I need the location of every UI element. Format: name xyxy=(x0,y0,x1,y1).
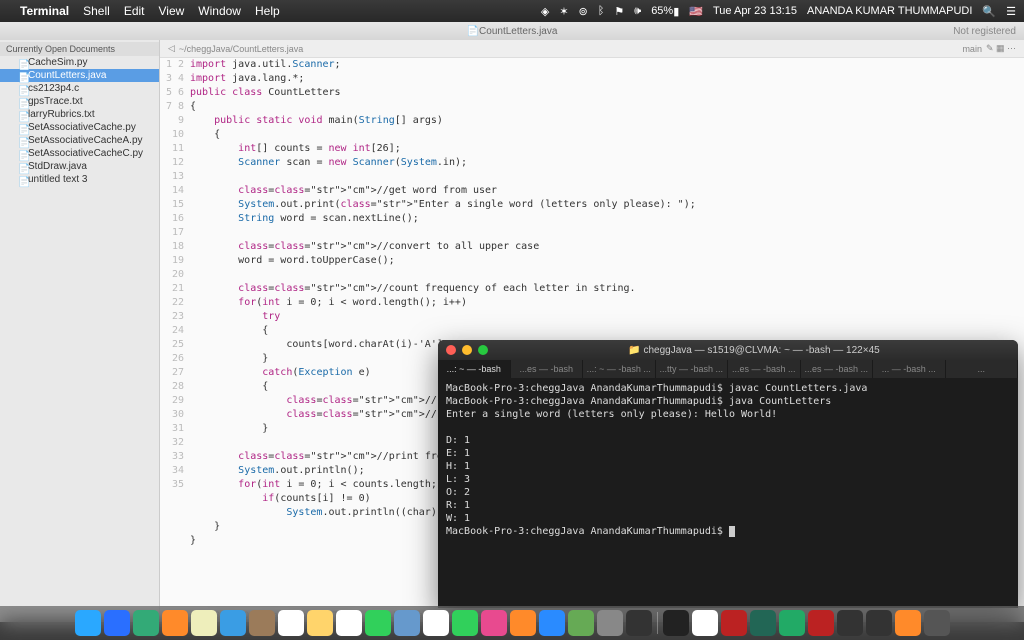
toolbar-symbol[interactable]: main xyxy=(962,44,982,54)
file-icon: 📄 xyxy=(18,99,24,105)
menu-window[interactable]: Window xyxy=(198,4,241,18)
dock-calendar[interactable] xyxy=(278,610,304,636)
sidebar-item[interactable]: 📄SetAssociativeCache.py xyxy=(0,121,159,134)
close-icon[interactable] xyxy=(446,345,456,355)
dock-acrobat[interactable] xyxy=(808,610,834,636)
editor-title: CountLetters.java xyxy=(479,26,557,37)
user-name[interactable]: ANANDA KUMAR THUMMAPUDI xyxy=(807,5,972,17)
sidebar-item[interactable]: 📄SetAssociativeCacheC.py xyxy=(0,147,159,160)
dock-facetime[interactable] xyxy=(452,610,478,636)
dock-contacts[interactable] xyxy=(249,610,275,636)
dock-word[interactable] xyxy=(779,610,805,636)
file-icon: 📄 xyxy=(18,177,24,183)
file-icon: 📄 xyxy=(18,73,24,79)
menu-view[interactable]: View xyxy=(159,4,185,18)
dock-chrome2[interactable] xyxy=(692,610,718,636)
dock-sublime[interactable] xyxy=(626,610,652,636)
tab-bar: ◁ ~/cheggJava/CountLetters.java main ✎ ▦… xyxy=(160,40,1024,58)
dock-chrome[interactable] xyxy=(191,610,217,636)
menu-edit[interactable]: Edit xyxy=(124,4,145,18)
terminal-tab[interactable]: ...: ~ — -bash xyxy=(438,360,511,378)
tab-nav-back[interactable]: ◁ xyxy=(168,43,175,54)
toolbar-icon[interactable]: ✎ ▦ ⋯ xyxy=(986,43,1016,54)
file-icon: 📄 xyxy=(18,125,24,131)
flag-icon[interactable]: 🇺🇸 xyxy=(689,5,703,18)
dock-terminal[interactable] xyxy=(663,610,689,636)
wifi-icon[interactable]: 🕪 xyxy=(634,5,641,18)
file-icon: 📄 xyxy=(18,164,24,170)
dock-maps[interactable] xyxy=(394,610,420,636)
sidebar-item[interactable]: 📄larryRubrics.txt xyxy=(0,108,159,121)
dock-safari[interactable] xyxy=(104,610,130,636)
sidebar-item[interactable]: 📄untitled text 3 xyxy=(0,173,159,186)
clock[interactable]: Tue Apr 23 13:15 xyxy=(713,5,797,17)
status-icon[interactable]: ⊚ xyxy=(579,5,588,18)
dock-photos[interactable] xyxy=(423,610,449,636)
file-icon: 📄 xyxy=(18,138,24,144)
dock-sublime2[interactable] xyxy=(750,610,776,636)
dock-finder[interactable] xyxy=(75,610,101,636)
terminal-titlebar[interactable]: 📁 cheggJava — s1519@CLVMA: ~ — -bash — 1… xyxy=(438,340,1018,360)
dock-appstore[interactable] xyxy=(539,610,565,636)
sidebar-item[interactable]: 📄CacheSim.py xyxy=(0,56,159,69)
sidebar: Currently Open Documents 📄CacheSim.py📄Co… xyxy=(0,40,160,622)
terminal-tab[interactable]: ...es — -bash ... xyxy=(728,360,801,378)
editor-titlebar: 📄 CountLetters.java Not registered xyxy=(0,22,1024,40)
terminal-tab[interactable]: ...es — -bash xyxy=(511,360,584,378)
menubar: Terminal Shell Edit View Window Help ◈ ✶… xyxy=(0,0,1024,22)
file-icon: 📄 xyxy=(18,86,24,92)
terminal-tabs: ...: ~ — -bash...es — -bash...: ~ — -bas… xyxy=(438,360,1018,378)
sidebar-item[interactable]: 📄gpsTrace.txt xyxy=(0,95,159,108)
dock-notes[interactable] xyxy=(307,610,333,636)
file-icon: 📄 xyxy=(18,60,24,66)
editor-file-icon: 📄 xyxy=(467,26,479,37)
dock-pdf[interactable] xyxy=(721,610,747,636)
app-name[interactable]: Terminal xyxy=(20,4,69,18)
dock xyxy=(0,606,1024,640)
terminal-output[interactable]: MacBook-Pro-3:cheggJava AnandaKumarThumm… xyxy=(438,378,1018,608)
menu-help[interactable]: Help xyxy=(255,4,280,18)
sidebar-item[interactable]: 📄StdDraw.java xyxy=(0,160,159,173)
dock-siri[interactable] xyxy=(568,610,594,636)
sidebar-item[interactable]: 📄SetAssociativeCacheA.py xyxy=(0,134,159,147)
file-icon: 📄 xyxy=(18,151,24,157)
battery[interactable]: 65% ▮ xyxy=(651,5,679,18)
zoom-icon[interactable] xyxy=(478,345,488,355)
dock-firefox[interactable] xyxy=(162,610,188,636)
minimize-icon[interactable] xyxy=(462,345,472,355)
menu-shell[interactable]: Shell xyxy=(83,4,110,18)
status-icon[interactable]: ✶ xyxy=(559,5,568,18)
file-icon: 📄 xyxy=(18,112,24,118)
terminal-window[interactable]: 📁 cheggJava — s1519@CLVMA: ~ — -bash — 1… xyxy=(438,340,1018,608)
traffic-lights[interactable] xyxy=(446,345,488,355)
dock-messages[interactable] xyxy=(365,610,391,636)
dock-mail[interactable] xyxy=(220,610,246,636)
terminal-tab[interactable]: ...: ~ — -bash ... xyxy=(583,360,656,378)
sidebar-item[interactable]: 📄CountLetters.java xyxy=(0,69,159,82)
status-icon[interactable]: ◈ xyxy=(541,5,549,18)
dock-prefs[interactable] xyxy=(597,610,623,636)
terminal-tab[interactable]: ... — -bash ... xyxy=(873,360,946,378)
dock-separator xyxy=(657,612,658,634)
dock-reminders[interactable] xyxy=(336,610,362,636)
notif-icon[interactable]: ☰ xyxy=(1006,5,1016,18)
dock-ibooks[interactable] xyxy=(510,610,536,636)
not-registered: Not registered xyxy=(953,26,1016,37)
terminal-title: 📁 cheggJava — s1519@CLVMA: ~ — -bash — 1… xyxy=(628,345,879,356)
dock-vlc[interactable] xyxy=(895,610,921,636)
tab-path[interactable]: ~/cheggJava/CountLetters.java xyxy=(179,44,303,54)
dock-safari2[interactable] xyxy=(133,610,159,636)
terminal-tab[interactable]: ...tty — -bash ... xyxy=(656,360,729,378)
dock-app2[interactable] xyxy=(866,610,892,636)
dock-app[interactable] xyxy=(837,610,863,636)
status-icon[interactable]: ⚑ xyxy=(614,5,624,18)
terminal-tab[interactable]: ... xyxy=(946,360,1019,378)
sidebar-header: Currently Open Documents xyxy=(0,42,159,56)
dock-itunes[interactable] xyxy=(481,610,507,636)
dock-trash[interactable] xyxy=(924,610,950,636)
bluetooth-icon[interactable]: ᛒ xyxy=(598,5,605,17)
terminal-tab[interactable]: ...es — -bash ... xyxy=(801,360,874,378)
spotlight-icon[interactable]: 🔍 xyxy=(982,5,996,18)
sidebar-item[interactable]: 📄cs2123p4.c xyxy=(0,82,159,95)
